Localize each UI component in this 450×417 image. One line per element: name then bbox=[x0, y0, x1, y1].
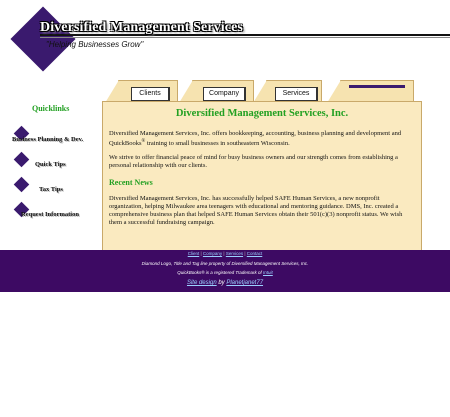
company-button[interactable]: Company bbox=[203, 87, 246, 102]
logo-diamond-icon bbox=[10, 6, 76, 72]
footer-copyright: Diamond Logo, Title and Tag line propert… bbox=[141, 261, 309, 266]
page-title: Diversified Management Services, Inc. bbox=[175, 108, 349, 119]
tab-services: Services bbox=[253, 80, 322, 103]
trademark-text: QuickBooks® is a registered Trademark of bbox=[177, 270, 263, 275]
footer-link-contact[interactable]: Contact bbox=[247, 251, 263, 256]
intro-paragraph: Diversified Management Services, Inc. of… bbox=[109, 130, 415, 148]
footer-nav: Client | Company | Services | Contact bbox=[0, 251, 450, 256]
intro-text-end: training to small businesses in southeas… bbox=[145, 140, 290, 148]
quicklink-label[interactable]: Tax Tips bbox=[39, 186, 63, 193]
quicklink-label[interactable]: Quick Tips bbox=[35, 161, 66, 168]
services-button[interactable]: Services bbox=[275, 87, 318, 102]
intuit-link[interactable]: Intuit bbox=[263, 270, 273, 275]
footer-trademark: QuickBooks® is a registered Trademark of… bbox=[0, 270, 450, 275]
header-rule-secondary bbox=[40, 37, 450, 38]
site-title: Diversified Management Services bbox=[40, 20, 243, 35]
tab-blank bbox=[327, 80, 414, 103]
footer-design-credit: Site design by Planetjanet77 bbox=[0, 280, 450, 286]
news-paragraph: Diversified Management Services, Inc. ha… bbox=[109, 195, 403, 226]
content-panel: Diversified Management Services, Inc. Di… bbox=[102, 101, 422, 251]
footer-link-services[interactable]: Services bbox=[226, 251, 243, 256]
tab-company: Company bbox=[179, 80, 254, 103]
diamond-bullet-icon bbox=[13, 151, 30, 168]
quicklinks-title: Quicklinks bbox=[32, 104, 70, 113]
site-tagline: "Helping Businesses Grow" bbox=[46, 40, 144, 49]
quicklink-label[interactable]: Business Planning & Dev. bbox=[12, 136, 83, 143]
news-heading: Recent News bbox=[109, 178, 153, 187]
site-design-link[interactable]: Site design bbox=[187, 280, 217, 286]
quicklink-label[interactable]: Request Information bbox=[21, 211, 79, 218]
footer-link-client[interactable]: Client bbox=[188, 251, 200, 256]
design-by-text: by bbox=[216, 280, 227, 286]
tab-blank-bar bbox=[349, 85, 405, 88]
diamond-bullet-icon bbox=[13, 176, 30, 193]
tab-clients: Clients bbox=[105, 80, 178, 103]
clients-button[interactable]: Clients bbox=[131, 87, 170, 102]
mission-paragraph: We strive to offer financial peace of mi… bbox=[109, 154, 398, 169]
designer-link[interactable]: Planetjanet77 bbox=[226, 280, 263, 286]
footer-link-company[interactable]: Company bbox=[203, 251, 222, 256]
